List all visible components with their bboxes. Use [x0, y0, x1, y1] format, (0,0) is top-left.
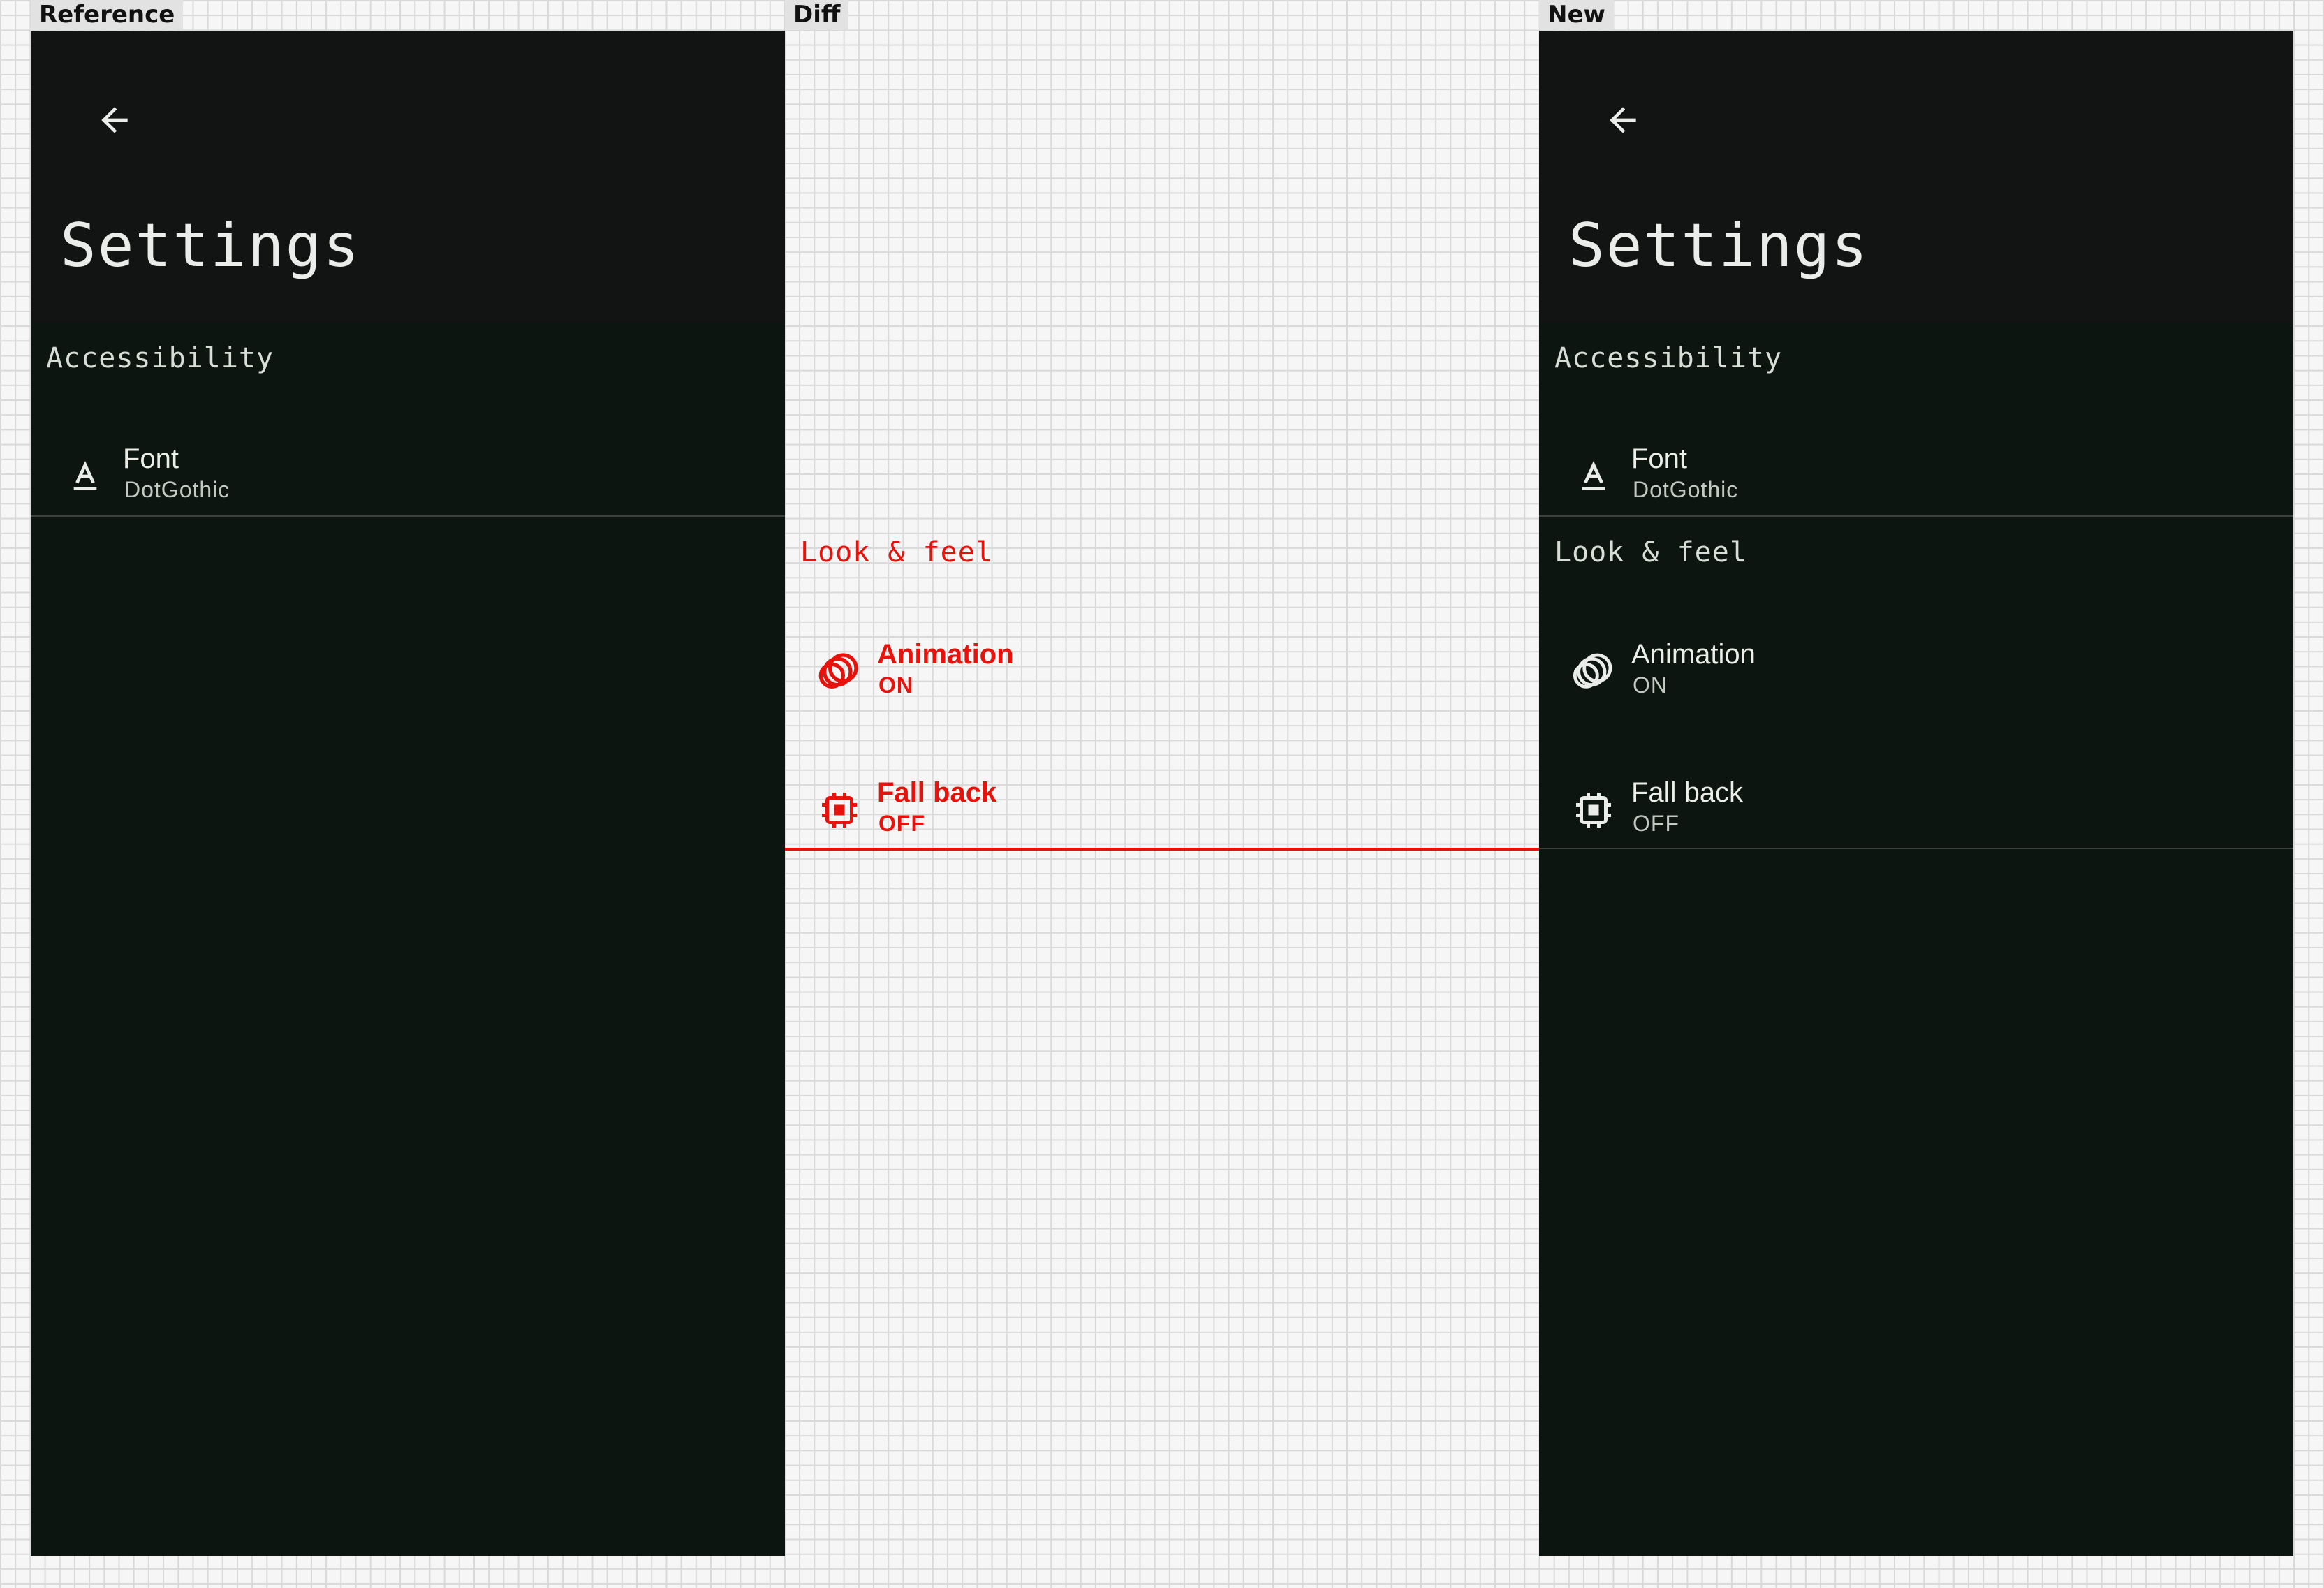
section-header-accessibility: Accessibility — [1554, 342, 1783, 374]
chip-icon — [1568, 785, 1619, 835]
setting-value-font: DotGothic — [1633, 477, 1739, 502]
setting-title-fallback: Fall back — [877, 777, 997, 808]
animation-rings-icon — [814, 647, 865, 697]
page-title: Settings — [1568, 211, 1869, 281]
app-bar: Settings — [1539, 31, 2293, 323]
reference-label: Reference — [31, 0, 184, 29]
section-header-accessibility: Accessibility — [46, 342, 274, 374]
setting-value-animation: ON — [878, 672, 913, 698]
arrow-back-icon — [101, 107, 128, 133]
new-label: New — [1539, 0, 1614, 29]
page-title: Settings — [60, 211, 361, 281]
setting-title-font: Font — [1631, 443, 1688, 474]
diff-label: Diff — [785, 0, 849, 29]
setting-item-animation[interactable]: Animation ON — [785, 623, 1539, 721]
setting-value-font: DotGothic — [124, 477, 230, 502]
app-bar: Settings — [31, 31, 785, 323]
section-divider — [1539, 848, 2293, 849]
setting-value-fallback: OFF — [878, 811, 925, 836]
diff-divider-line — [785, 848, 1539, 851]
setting-value-animation: ON — [1633, 672, 1668, 698]
animation-rings-icon — [1568, 647, 1619, 697]
setting-item-animation[interactable]: Animation ON — [1539, 623, 2293, 721]
setting-item-font[interactable]: Font DotGothic — [31, 427, 785, 525]
setting-title-fallback: Fall back — [1631, 777, 1744, 808]
setting-title-animation: Animation — [1631, 639, 1756, 670]
reference-screen: Settings Accessibility Font DotGothic — [31, 31, 785, 1556]
section-header-look-feel: Look & feel — [1554, 536, 1747, 568]
setting-item-fallback[interactable]: Fall back OFF — [785, 761, 1539, 859]
font-letter-icon — [1568, 451, 1619, 501]
new-screen: Settings Accessibility Font DotGothic Lo… — [1539, 31, 2293, 1556]
back-button[interactable] — [84, 89, 145, 151]
setting-value-fallback: OFF — [1633, 811, 1679, 836]
setting-item-fallback[interactable]: Fall back OFF — [1539, 761, 2293, 859]
diff-overlay: Look & feel Animation ON Fall back OFF — [785, 31, 1539, 1556]
font-letter-icon — [60, 451, 110, 501]
section-divider — [1539, 515, 2293, 517]
back-button[interactable] — [1592, 89, 1654, 151]
setting-title-animation: Animation — [877, 639, 1014, 670]
arrow-back-icon — [1610, 107, 1636, 133]
section-header-look-feel: Look & feel — [800, 536, 993, 568]
setting-item-font[interactable]: Font DotGothic — [1539, 427, 2293, 525]
section-divider — [31, 515, 785, 517]
setting-title-font: Font — [123, 443, 179, 474]
chip-icon — [814, 785, 865, 835]
